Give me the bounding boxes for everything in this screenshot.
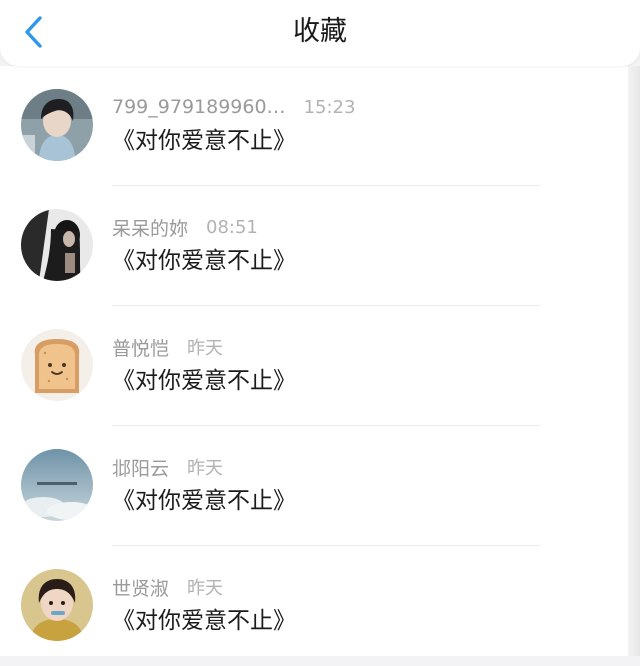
item-meta: 799_979189960… 15:23 — [112, 94, 355, 120]
scroll-edge — [628, 66, 640, 656]
item-message: 《对你爱意不止》 — [112, 488, 296, 514]
avatar-toast-icon — [21, 329, 93, 401]
favorites-list: 799_979189960… 15:23 《对你爱意不止》 呆呆的妳 08:51… — [0, 66, 640, 656]
avatar[interactable] — [21, 329, 93, 401]
item-message: 《对你爱意不止》 — [112, 608, 296, 634]
timestamp: 08:51 — [206, 216, 258, 238]
sender-name: 邶阳云 — [112, 457, 170, 480]
avatar[interactable] — [21, 569, 93, 641]
sender-name: 世贤淑 — [112, 577, 170, 600]
item-message: 《对你爱意不止》 — [112, 368, 296, 394]
timestamp: 昨天 — [187, 458, 224, 479]
page-title: 收藏 — [293, 16, 347, 47]
timestamp: 昨天 — [187, 338, 224, 359]
timestamp: 昨天 — [187, 578, 224, 599]
sender-name: 普悦恺 — [112, 337, 170, 360]
item-meta: 呆呆的妳 08:51 — [112, 214, 258, 240]
header-bar: 收藏 — [0, 0, 640, 66]
item-message: 《对你爱意不止》 — [112, 128, 296, 154]
list-item[interactable]: 呆呆的妳 08:51 《对你爱意不止》 — [0, 186, 628, 306]
list-item[interactable]: 世贤淑 昨天 《对你爱意不止》 — [0, 546, 628, 666]
avatar[interactable] — [21, 89, 93, 161]
avatar-person-icon — [21, 89, 93, 161]
list-item[interactable]: 普悦恺 昨天 《对你爱意不止》 — [0, 306, 628, 426]
item-message: 《对你爱意不止》 — [112, 248, 296, 274]
avatar-silhouette-icon — [21, 209, 93, 281]
item-meta: 世贤淑 昨天 — [112, 574, 223, 600]
item-meta: 普悦恺 昨天 — [112, 334, 223, 360]
item-meta: 邶阳云 昨天 — [112, 454, 223, 480]
sender-name: 799_979189960… — [112, 96, 286, 118]
avatar[interactable] — [21, 449, 93, 521]
list-item[interactable]: 邶阳云 昨天 《对你爱意不止》 — [0, 426, 628, 546]
avatar[interactable] — [21, 209, 93, 281]
avatar-sky-icon — [21, 449, 93, 521]
timestamp: 15:23 — [303, 96, 356, 118]
avatar-child-icon — [21, 569, 93, 641]
sender-name: 呆呆的妳 — [112, 217, 189, 240]
list-item[interactable]: 799_979189960… 15:23 《对你爱意不止》 — [0, 66, 628, 186]
